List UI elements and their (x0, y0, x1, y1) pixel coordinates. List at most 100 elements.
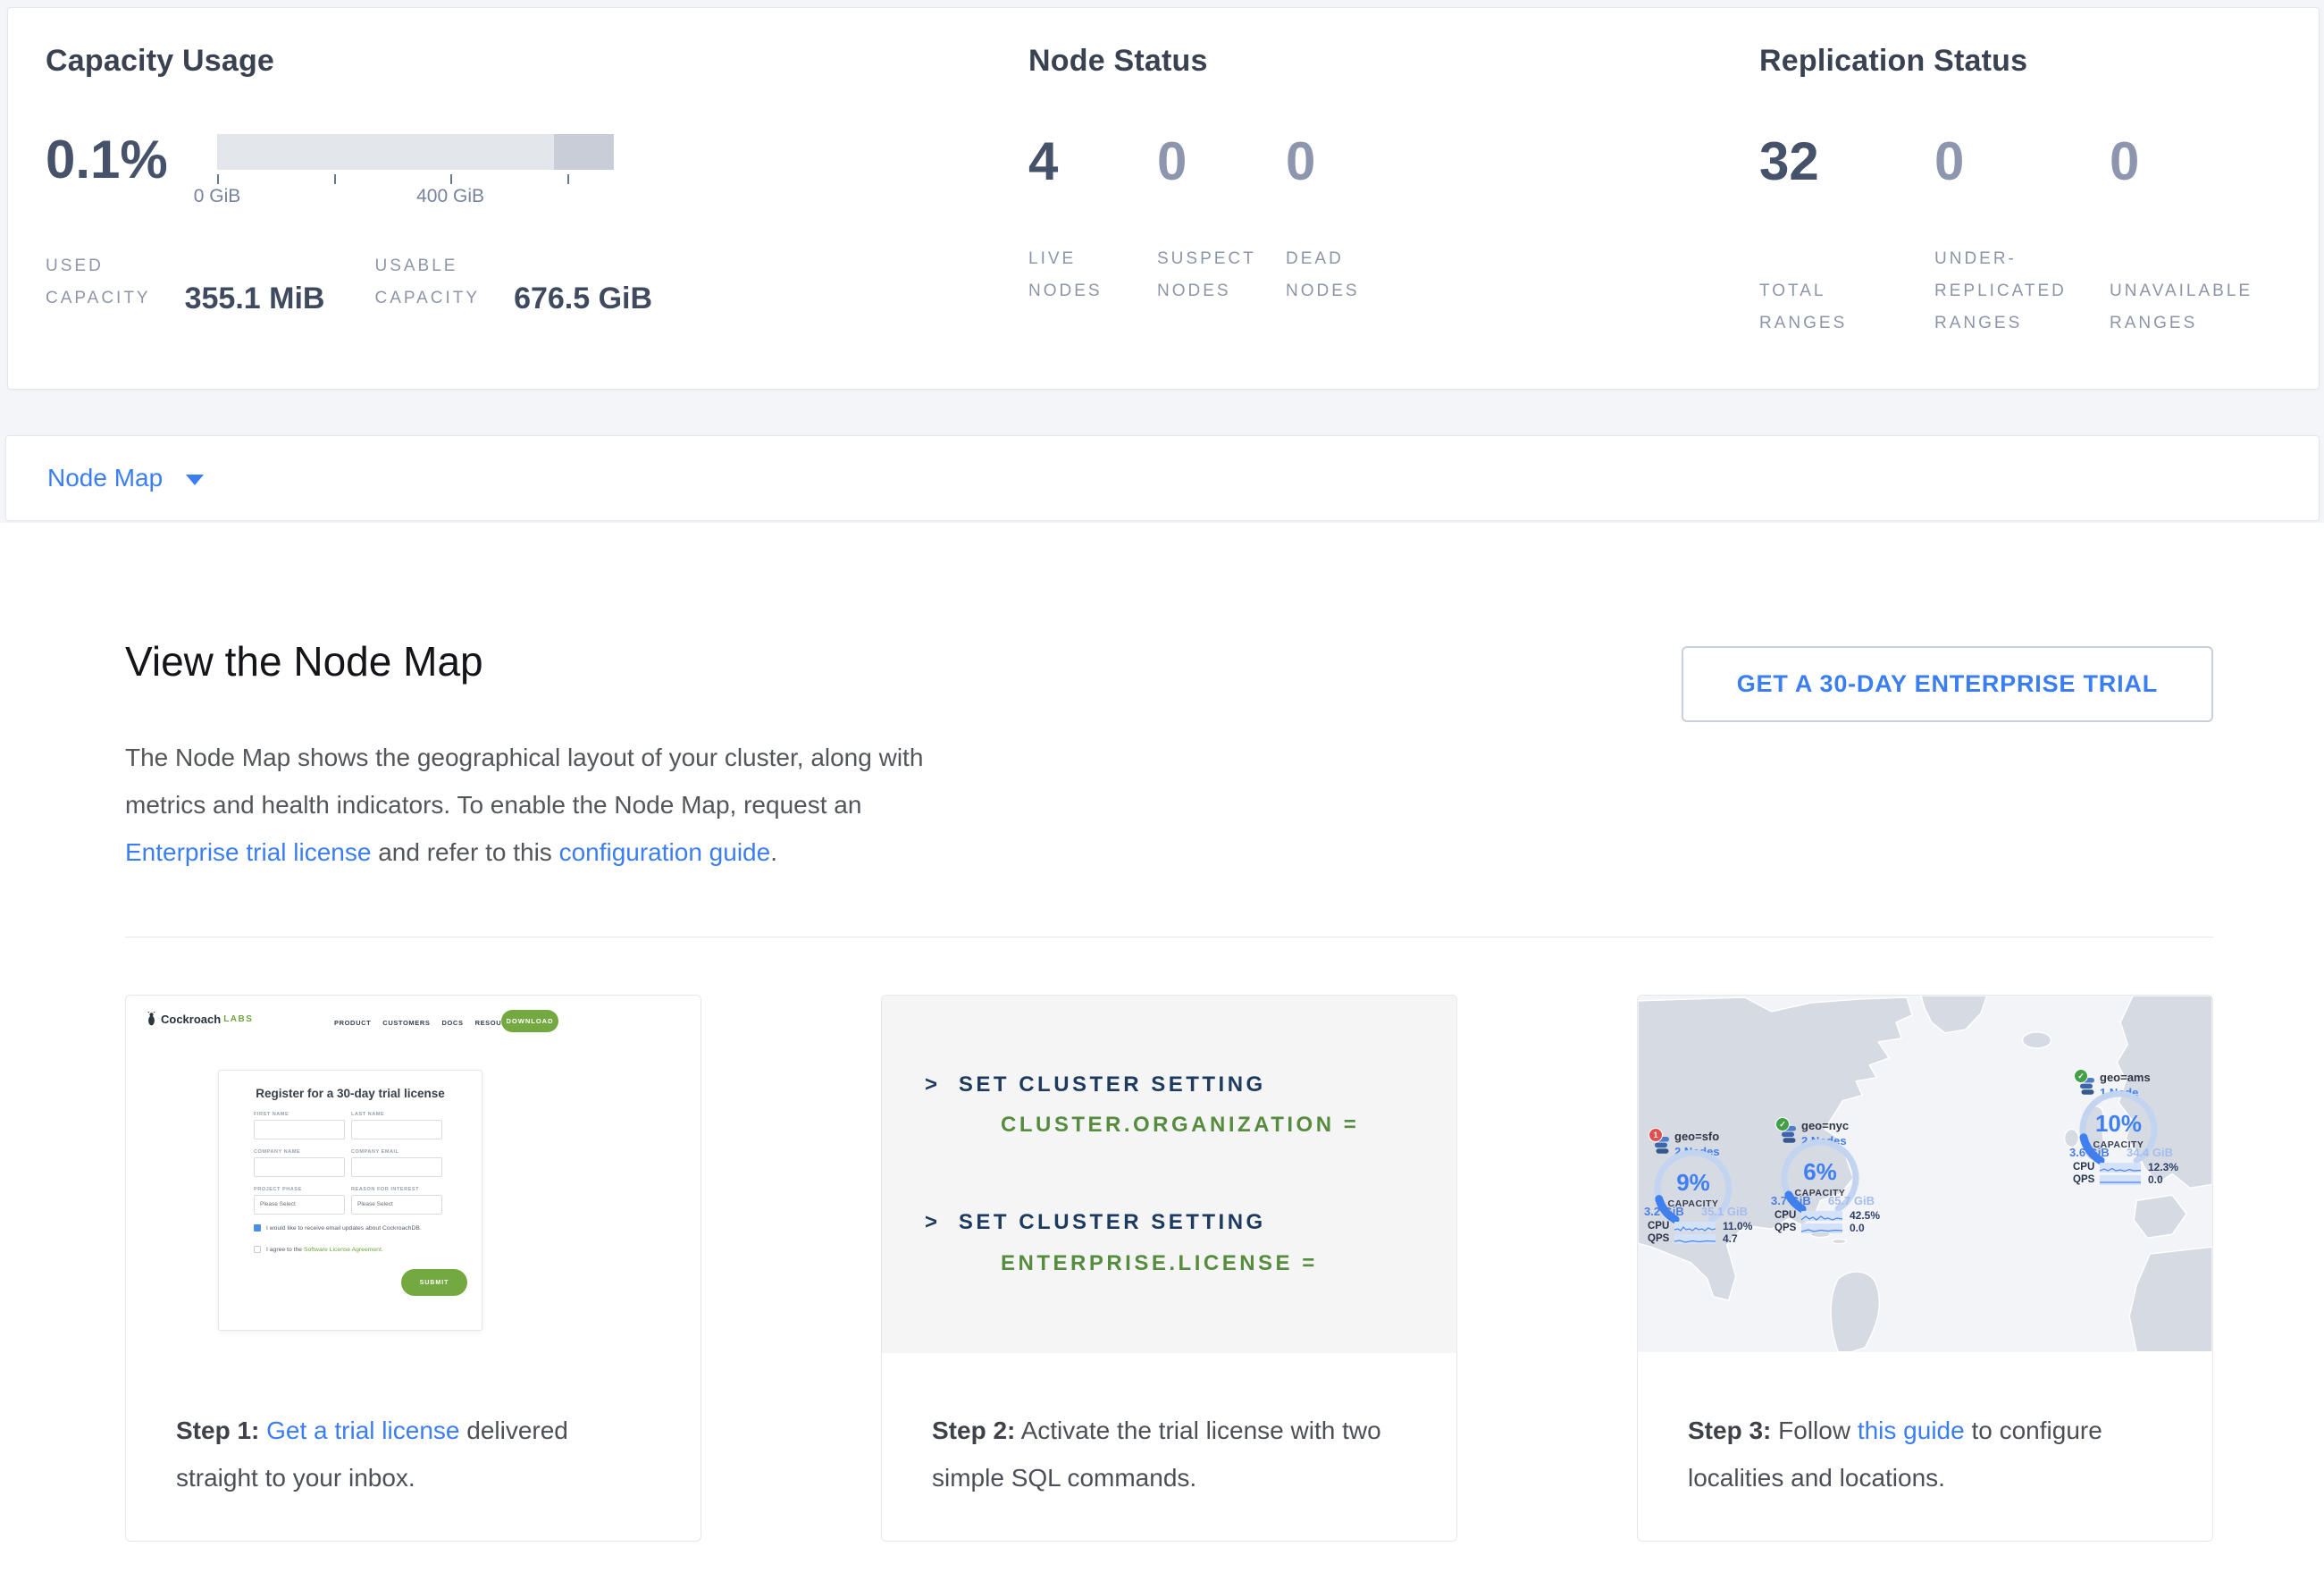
locality-sfo: 1 geo=sfo 2 Nodes (1649, 1130, 1757, 1246)
project-phase-select: Please Select (254, 1195, 345, 1215)
capacity-percent: 9% (1647, 1169, 1740, 1197)
email-updates-checkbox-row: I would like to receive email updates ab… (254, 1224, 422, 1232)
cpu-sparkline (1674, 1222, 1716, 1232)
first-name-label: FIRST NAME (254, 1112, 289, 1117)
replication-status-section: Replication Status 32 0 0 TOTAL RANGES U… (1759, 44, 2319, 389)
step1-screenshot: Cockroach LABS PRODUCT CUSTOMERS DOCS RE… (126, 996, 701, 1353)
company-email-field (351, 1157, 442, 1177)
locality-name: geo=nyc (1801, 1119, 1849, 1132)
node-map-preview: 1 geo=sfo 2 Nodes (1638, 996, 2212, 1353)
suspect-nodes-label: SUSPECT NODES (1157, 243, 1286, 307)
capacity-bar (217, 134, 614, 170)
under-replicated-count: 0 (1934, 134, 2110, 189)
last-name-label: LAST NAME (351, 1112, 384, 1117)
capacity-percent: 6% (1774, 1158, 1867, 1186)
node-status-title: Node Status (1028, 44, 1759, 79)
checkbox-unchecked-icon (254, 1246, 261, 1253)
step1-text: Step 1: Get a trial license delivered st… (126, 1353, 701, 1501)
mini-submit-button: SUBMIT (401, 1269, 467, 1296)
capacity-usage-section: Capacity Usage 0.1% 0 GiB 400 Gi (46, 44, 1028, 389)
get-trial-license-link[interactable]: Get a trial license (266, 1417, 459, 1444)
cpu-value: 11.0% (1723, 1220, 1752, 1232)
total-ranges-label: TOTAL RANGES (1759, 275, 1934, 340)
unavailable-ranges-label: UNAVAILABLE RANGES (2110, 275, 2285, 340)
project-phase-label: PROJECT PHASE (254, 1187, 302, 1192)
tick-label-zero: 0 GiB (194, 186, 241, 207)
step2-text: Step 2: Activate the trial license with … (882, 1353, 1456, 1501)
cluster-overview-page: Capacity Usage 0.1% 0 GiB 400 Gi (0, 0, 2324, 1589)
cpu-value: 42.5% (1850, 1209, 1880, 1222)
step3-before: Follow (1771, 1417, 1857, 1444)
tick-label-400: 400 GiB (416, 186, 484, 207)
replication-status-title: Replication Status (1759, 44, 2319, 79)
sql-commands-panel: > SET CLUSTER SETTING CLUSTER.ORGANIZATI… (882, 996, 1456, 1353)
prompt-icon: > (925, 1210, 941, 1234)
live-nodes-label: LIVE NODES (1028, 243, 1157, 307)
capacity-bar-chart: 0 GiB 400 GiB (217, 134, 614, 209)
qps-value: 0.0 (1850, 1222, 1865, 1234)
node-map-dropdown-label[interactable]: Node Map (47, 464, 163, 492)
agree-text: I agree to the (266, 1247, 304, 1253)
cluster-summary-panel: Capacity Usage 0.1% 0 GiB 400 Gi (7, 7, 2320, 390)
last-name-field (351, 1120, 442, 1139)
intro-text-3: . (770, 838, 777, 866)
suspect-nodes-count: 0 (1157, 134, 1286, 189)
enterprise-trial-button[interactable]: GET A 30-DAY ENTERPRISE TRIAL (1682, 646, 2213, 722)
node-status-section: Node Status 4 0 0 LIVE NODES SUSPECT NOD… (1028, 44, 1759, 389)
chevron-down-icon (186, 475, 204, 485)
cpu-label: CPU (2073, 1162, 2100, 1173)
dead-nodes-count: 0 (1286, 134, 1414, 189)
mini-form-title: Register for a 30-day trial license (219, 1087, 482, 1100)
capacity-total: 34.4 GiB (2127, 1146, 2173, 1159)
mini-nav-product: PRODUCT (334, 1019, 371, 1027)
step1-before (259, 1417, 266, 1444)
page-title: View the Node Map (125, 637, 483, 685)
intro-text-1: The Node Map shows the geographical layo… (125, 744, 923, 819)
step3-text: Step 3: Follow this guide to configure l… (1638, 1353, 2212, 1501)
error-count-badge: 1 (1649, 1128, 1663, 1142)
set-cluster-setting-1: SET CLUSTER SETTING (959, 1072, 1266, 1097)
enterprise-trial-license-link[interactable]: Enterprise trial license (125, 838, 371, 866)
live-nodes-count: 4 (1028, 134, 1157, 189)
unavailable-ranges-count: 0 (2110, 134, 2285, 189)
company-email-label: COMPANY EMAIL (351, 1149, 399, 1155)
first-name-field (254, 1120, 345, 1139)
email-updates-text: I would like to receive email updates ab… (266, 1225, 422, 1232)
company-name-field (254, 1157, 345, 1177)
mini-nav-docs: DOCS (441, 1019, 463, 1027)
qps-label: QPS (2073, 1174, 2100, 1185)
capacity-percent: 0.1% (46, 132, 197, 188)
step2-card: > SET CLUSTER SETTING CLUSTER.ORGANIZATI… (881, 995, 1457, 1542)
node-map-dropdown[interactable]: Node Map (5, 435, 2320, 521)
brand-text: Cockroach (161, 1013, 221, 1026)
total-ranges-count: 32 (1759, 134, 1934, 189)
intro-paragraph: The Node Map shows the geographical layo… (125, 734, 974, 876)
locality-name: geo=sfo (1674, 1130, 1720, 1143)
capacity-axis-labels: 0 GiB 400 GiB (217, 186, 614, 209)
qps-label: QPS (1648, 1233, 1674, 1244)
locality-name: geo=ams (2100, 1071, 2151, 1084)
qps-sparkline (1801, 1223, 1842, 1233)
capacity-used: 3.2 GiB (1644, 1205, 1684, 1218)
cpu-label: CPU (1774, 1210, 1801, 1221)
company-name-label: COMPANY NAME (254, 1149, 300, 1155)
used-capacity-label: USED CAPACITY (46, 250, 151, 315)
healthy-check-icon: ✓ (1775, 1117, 1790, 1131)
set-cluster-setting-2: SET CLUSTER SETTING (959, 1210, 1266, 1234)
cpu-sparkline (2100, 1163, 2141, 1173)
reason-label: REASON FOR INTEREST (351, 1187, 419, 1192)
qps-sparkline (2100, 1175, 2141, 1185)
enterprise-license-code: ENTERPRISE.LICENSE = (1001, 1251, 1318, 1276)
usable-capacity-value: 676.5 GiB (514, 282, 652, 316)
capacity-total: 35.1 GiB (1701, 1205, 1748, 1218)
qps-value: 0.0 (2148, 1173, 2163, 1186)
step1-prefix: Step 1: (176, 1417, 259, 1444)
trial-registration-form: Register for a 30-day trial license FIRS… (218, 1070, 482, 1331)
cpu-sparkline (1801, 1211, 1842, 1221)
configuration-guide-link[interactable]: configuration guide (559, 838, 771, 866)
cpu-label: CPU (1648, 1221, 1674, 1232)
checkbox-checked-icon (254, 1224, 261, 1232)
this-guide-link[interactable]: this guide (1858, 1417, 1965, 1444)
cockroach-icon (146, 1012, 157, 1026)
dead-nodes-label: DEAD NODES (1286, 243, 1414, 307)
